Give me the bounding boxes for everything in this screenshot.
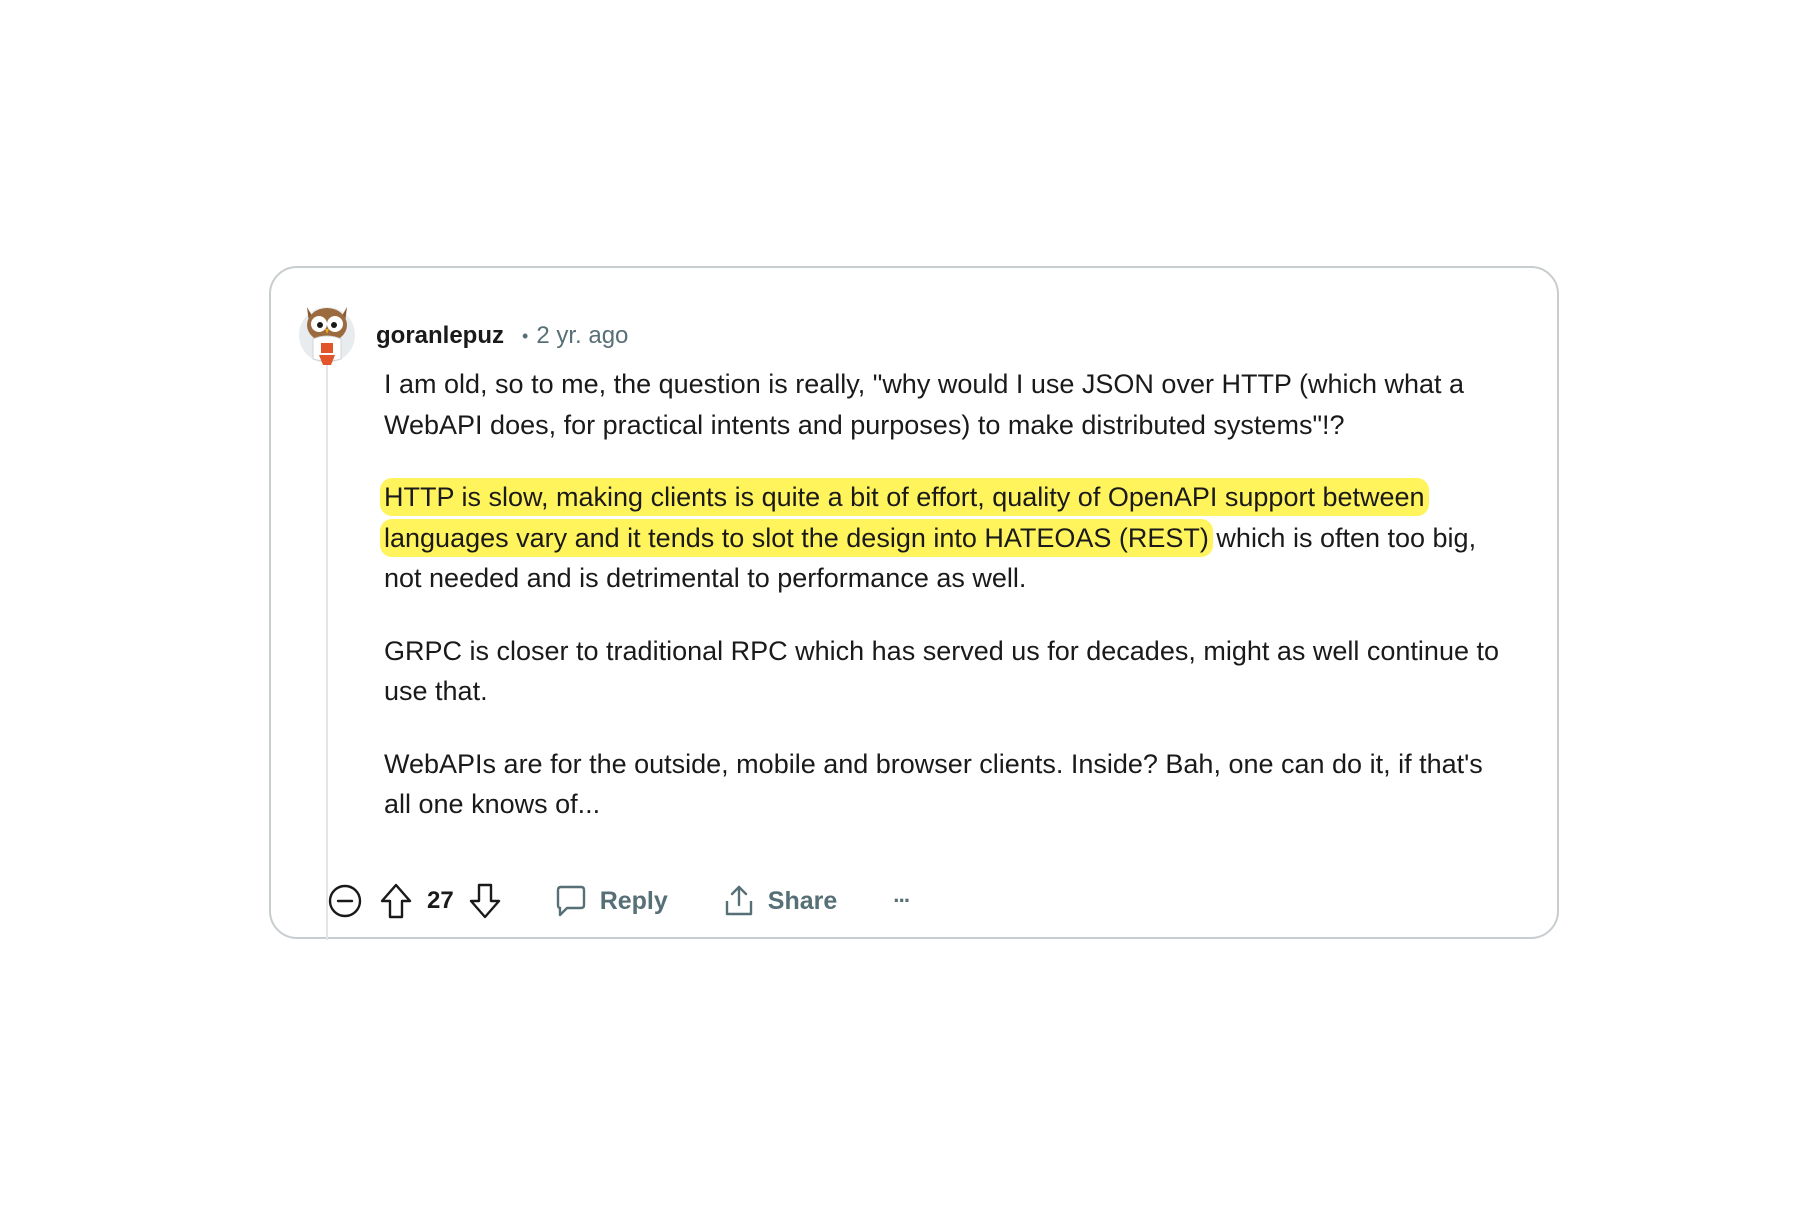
owl-avatar-icon (299, 307, 355, 365)
vote-score: 27 (427, 887, 454, 914)
more-options-icon: ··· (893, 888, 911, 913)
share-icon (725, 885, 752, 916)
reply-label: Reply (599, 886, 668, 915)
thread-line[interactable] (326, 362, 328, 940)
collapse-button[interactable] (327, 883, 363, 919)
meta-separator: • (522, 325, 529, 346)
minus-circle-icon (328, 884, 362, 918)
comment-actions: 27 Reply Share ··· (326, 878, 911, 924)
more-options-button[interactable]: ··· (893, 888, 911, 914)
comment-meta: goranlepuz • 2 yr. ago (376, 318, 628, 354)
comment-paragraph-1: I am old, so to me, the question is real… (384, 369, 1465, 440)
comment-paragraph-2: HTTP is slow, making clients is quite a … (384, 477, 1504, 599)
avatar[interactable] (297, 299, 357, 365)
comment-body: I am old, so to me, the question is real… (384, 364, 1504, 857)
upvote-button[interactable] (379, 882, 413, 920)
username-link[interactable]: goranlepuz (376, 322, 504, 350)
downvote-button[interactable] (468, 882, 502, 920)
comment-paragraph-4: WebAPIs are for the outside, mobile and … (384, 748, 1483, 820)
reply-button[interactable]: Reply (554, 884, 668, 918)
speech-bubble-icon (556, 885, 585, 917)
arrow-up-icon (380, 883, 412, 919)
arrow-down-icon (469, 883, 500, 919)
share-button[interactable]: Share (722, 884, 837, 918)
timestamp[interactable]: 2 yr. ago (536, 322, 628, 350)
comment-paragraph-3: GRPC is closer to traditional RPC which … (384, 635, 1500, 707)
share-label: Share (767, 886, 838, 915)
